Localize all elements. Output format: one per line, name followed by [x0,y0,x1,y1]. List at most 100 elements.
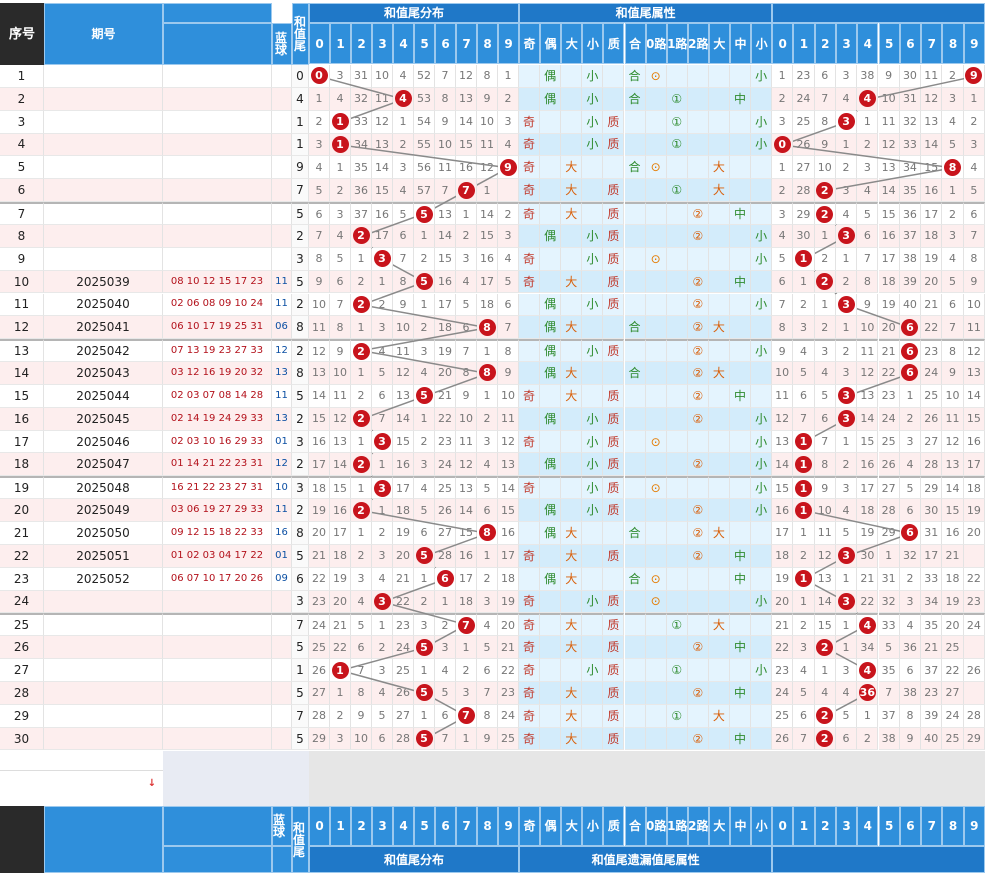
miss-value: 17 [921,202,943,225]
miss-hit-ball: 0 [773,135,791,153]
row-issue: 2025051 [44,544,163,568]
miss-value: 27 [942,681,964,705]
header-balls [163,23,272,65]
miss-value: 3 [814,339,836,363]
dist-miss-value: 10 [456,407,477,431]
attr-cell [708,453,730,477]
footer-dist-digit: 8 [477,806,498,846]
blank-row-2 [0,770,163,806]
header-miss-digit: 0 [772,23,794,64]
miss-value: 12 [878,133,900,157]
miss-hit-ball: 8 [944,158,962,176]
dist-miss-value: 16 [456,544,477,568]
attr-cell [708,339,730,363]
attr-cell: 中 [730,544,752,568]
attr-cell [730,339,752,363]
dist-miss-value: 6 [477,499,498,522]
miss-value: 13 [963,362,985,385]
miss-value: 3 [835,179,858,203]
attr-cell [730,247,752,271]
attr-cell [624,407,646,431]
header-miss-digit: 5 [878,23,900,64]
miss-value: 13 [942,453,964,477]
attr-cell: 大 [561,362,583,385]
miss-value: 23 [963,590,985,614]
dist-hit-cell: 0 [309,65,330,88]
dist-miss-value: 1 [477,339,498,363]
footer-dist-digit: 2 [351,806,372,846]
dist-hit-cell: 2 [351,339,372,363]
attr-cell: 奇 [519,636,541,660]
dist-miss-value: 1 [351,476,372,500]
attr-cell: ① [666,613,688,637]
attr-cell [751,87,773,111]
attr-cell [687,704,709,728]
miss-value: 10 [857,316,879,340]
miss-value: 4 [942,247,964,271]
attr-cell: 小 [582,224,604,248]
dist-miss-value: 4 [435,659,456,682]
scroll-down-icon[interactable]: ↓ [145,777,159,791]
dist-miss-value: 10 [435,133,456,157]
attr-cell [708,87,730,111]
row-sumtail: 8 [292,316,309,340]
miss-value: 24 [793,87,815,111]
dist-miss-value: 4 [477,453,498,477]
attr-cell [561,430,583,454]
miss-value: 1 [963,87,985,111]
dist-hit-ball: 2 [352,455,370,473]
row-red-balls [163,179,272,203]
header-dist-digit: 7 [456,23,477,64]
miss-value: 29 [963,727,985,751]
miss-value: 24 [963,613,985,637]
attr-cell [687,87,709,111]
dist-miss-value: 6 [372,384,393,408]
miss-hit-ball: 3 [837,592,855,610]
footer-dist-digit: 7 [456,806,477,846]
attr-cell [561,659,583,682]
dist-hit-ball: 3 [373,592,391,610]
dist-miss-value: 20 [498,613,519,637]
miss-hit-cell: 6 [899,316,922,340]
header-attr-col: 小 [751,23,773,64]
miss-hit-cell: 2 [814,636,836,660]
row-issue [44,659,163,682]
attr-cell [730,590,752,614]
miss-value: 1 [772,65,794,88]
miss-value: 39 [921,704,943,728]
miss-value: 16 [878,224,900,248]
miss-value: 2 [793,613,815,637]
attr-cell [645,224,667,248]
attr-cell [730,65,752,88]
header-attr-col: 中 [730,23,752,64]
miss-value: 33 [878,613,900,637]
miss-value: 34 [857,636,879,660]
miss-value: 19 [942,590,964,614]
dist-miss-value: 13 [309,362,330,385]
miss-value: 12 [857,362,879,385]
miss-value: 14 [772,453,794,477]
attr-cell: 质 [603,681,625,705]
attr-cell: 奇 [519,704,541,728]
miss-hit-cell: 1 [793,499,815,522]
attr-cell [751,202,773,225]
attr-cell [624,499,646,522]
dist-miss-value: 1 [414,224,435,248]
miss-value: 14 [878,179,900,203]
attr-cell: 合 [624,156,646,180]
attr-cell [561,293,583,317]
attr-cell: 质 [603,659,625,682]
miss-value: 29 [921,476,943,500]
attr-cell [708,636,730,660]
row-issue: 2025046 [44,430,163,454]
attr-cell: 质 [603,453,625,477]
miss-value: 1 [814,293,836,317]
dist-miss-value: 6 [498,293,519,317]
dist-miss-value: 56 [414,156,435,180]
miss-value: 40 [921,727,943,751]
dist-miss-value: 19 [330,567,351,591]
dist-miss-value: 18 [435,316,456,340]
attr-cell: 大 [561,202,583,225]
row-sumtail: 1 [292,133,309,157]
attr-cell [687,567,709,591]
